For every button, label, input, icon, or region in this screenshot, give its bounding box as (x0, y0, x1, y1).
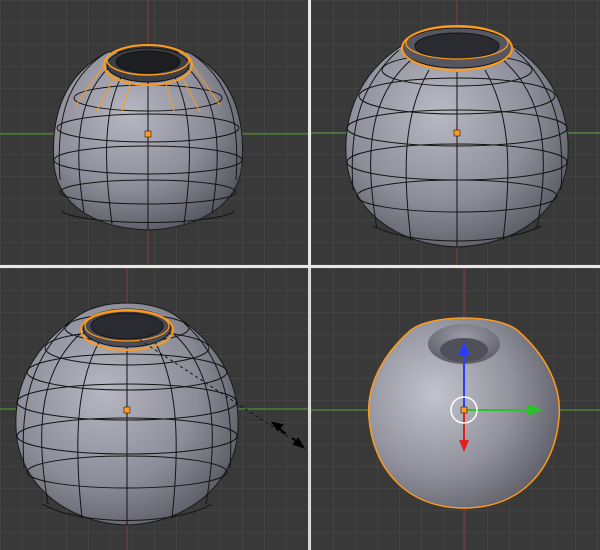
mesh-object[interactable] (15, 302, 239, 526)
vertical-divider[interactable] (308, 0, 311, 268)
blender-quad-view (0, 0, 600, 550)
viewport-top-left-canvas (0, 0, 308, 265)
horizontal-divider[interactable] (0, 265, 600, 268)
viewport-top-right-canvas (311, 0, 600, 265)
object-origin-icon[interactable] (453, 129, 461, 137)
object-origin-icon[interactable] (144, 130, 152, 138)
viewport-bottom-right[interactable] (311, 268, 600, 550)
object-origin-icon[interactable] (123, 406, 131, 414)
scale-cursor-icon[interactable] (270, 421, 306, 449)
viewport-bottom-left[interactable] (0, 268, 308, 550)
mesh-object[interactable] (52, 44, 244, 231)
viewport-top-right[interactable] (311, 0, 600, 265)
mesh-object[interactable] (345, 25, 569, 248)
viewport-bottom-left-canvas (0, 268, 308, 550)
viewport-top-left[interactable] (0, 0, 308, 265)
viewport-bottom-right-canvas (311, 268, 600, 550)
